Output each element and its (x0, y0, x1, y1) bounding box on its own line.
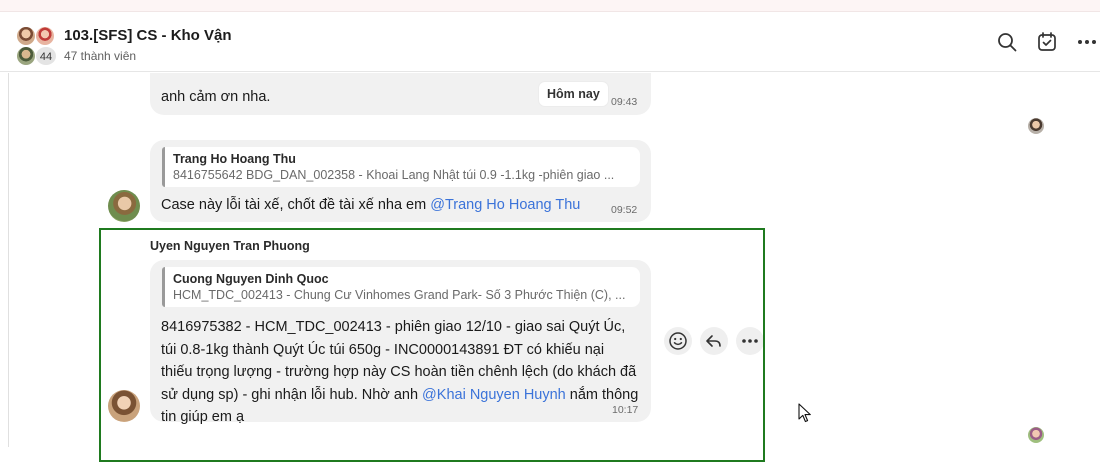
member-count-badge: 44 (35, 46, 57, 66)
message-text-part: Case này lỗi tài xế, chốt đề tài xế nha … (161, 197, 431, 213)
message-bubble[interactable]: Trang Ho Hoang Thu 8416755642 BDG_DAN_00… (150, 140, 651, 222)
message-time: 09:52 (611, 204, 638, 216)
search-icon (998, 33, 1017, 52)
member-avatar (16, 26, 36, 46)
read-receipt-avatar (1028, 427, 1044, 443)
day-separator: Hôm nay (539, 82, 608, 106)
more-options-button[interactable] (1075, 30, 1099, 54)
chat-header: 44 103.[SFS] CS - Kho Vận 47 thành viên (0, 12, 1100, 72)
quoted-message[interactable]: Trang Ho Hoang Thu 8416755642 BDG_DAN_00… (162, 147, 640, 187)
mention-link[interactable]: @Trang Ho Hoang Thu (430, 197, 580, 213)
mouse-cursor-icon (798, 403, 811, 423)
message-text: anh cảm ơn nha. (161, 89, 271, 105)
quoted-author: Trang Ho Hoang Thu (173, 152, 296, 166)
message-text: Case này lỗi tài xế, chốt đề tài xế nha … (161, 197, 580, 213)
quoted-text: 8416755642 BDG_DAN_002358 - Khoai Lang N… (173, 168, 615, 182)
selected-message-highlight (99, 228, 765, 462)
member-avatar (35, 26, 55, 46)
message-time: 09:43 (611, 96, 638, 108)
task-check-icon (1038, 32, 1056, 51)
panel-divider (8, 73, 9, 447)
read-receipt-avatar (1028, 118, 1044, 134)
top-strip (0, 0, 1100, 12)
more-icon (1078, 40, 1096, 44)
search-button[interactable] (995, 30, 1019, 54)
task-button[interactable] (1035, 30, 1059, 54)
sender-avatar[interactable] (108, 190, 140, 222)
group-member-count[interactable]: 47 thành viên (64, 49, 136, 63)
member-avatar (16, 46, 36, 66)
group-avatar[interactable]: 44 (16, 26, 57, 66)
group-title[interactable]: 103.[SFS] CS - Kho Vận (64, 27, 232, 44)
